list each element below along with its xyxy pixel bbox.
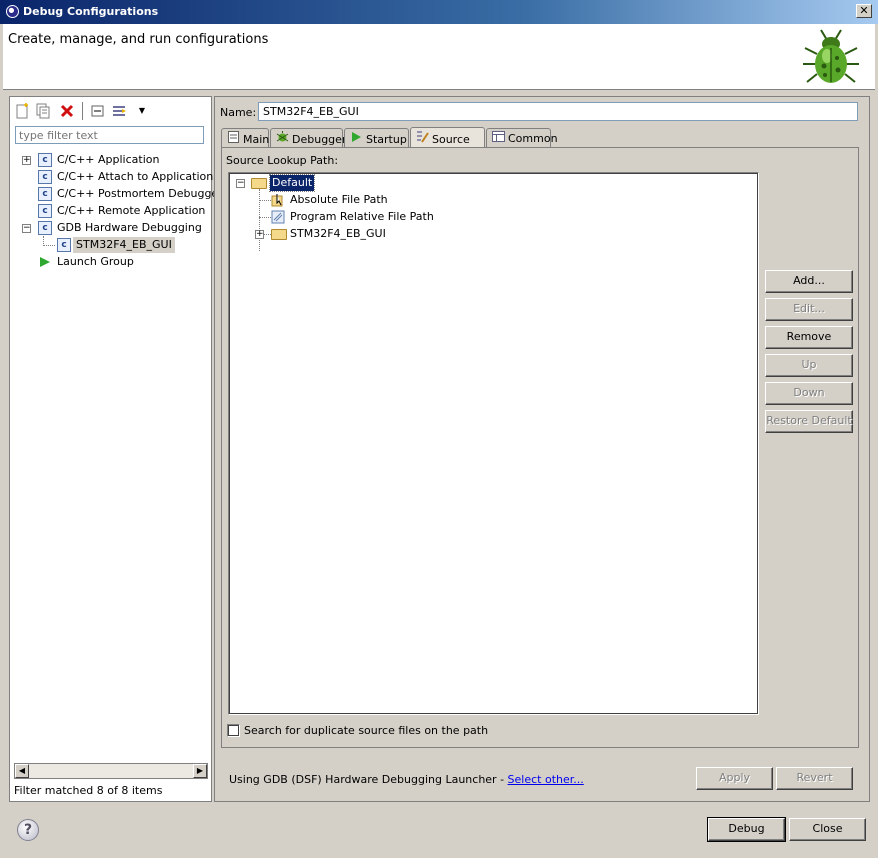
filter-icon[interactable] [112,103,128,119]
edit-button[interactable]: Edit... [765,298,853,321]
project-folder-icon [271,229,287,240]
new-configuration-icon[interactable] [14,103,30,119]
c-config-icon: c [38,204,52,218]
launch-group-icon [40,257,50,267]
horizontal-scrollbar[interactable]: ◀ ▶ [14,763,208,779]
source-item-label: STM32F4_EB_GUI [290,227,386,240]
up-button[interactable]: Up [765,354,853,377]
close-window-button[interactable]: ✕ [856,4,872,18]
tree-connector [259,189,260,251]
tab-label: Common [508,132,558,145]
delete-icon[interactable] [59,103,75,119]
restore-default-button[interactable]: Restore Default [765,410,853,433]
tab-label: Source [432,133,470,146]
scroll-left-arrow-icon[interactable]: ◀ [15,764,29,778]
folder-open-icon [251,178,267,189]
collapse-icon[interactable]: − [22,224,31,233]
duplicate-source-checkbox[interactable] [227,724,240,737]
c-config-icon: c [38,187,52,201]
tab-label: Startup [366,133,407,146]
eclipse-icon [6,5,19,18]
expand-icon[interactable]: + [22,156,31,165]
down-button[interactable]: Down [765,382,853,405]
collapse-all-icon[interactable] [90,103,106,119]
tab-debugger[interactable]: Debugger [270,128,347,147]
duplicate-icon[interactable] [35,103,51,119]
window-title: Debug Configurations [23,5,159,18]
tab-source[interactable]: Source [410,127,485,148]
toolbar-divider [82,102,83,120]
tree-item-label: C/C++ Remote Application [57,204,206,217]
main-tab-icon [226,131,240,146]
tab-common[interactable]: Common [486,128,558,147]
remove-button[interactable]: Remove [765,326,853,349]
source-item-label: Absolute File Path [290,193,388,206]
source-item-label: Default [268,174,316,192]
c-config-icon: c [38,170,52,184]
launcher-info: Using GDB (DSF) Hardware Debugging Launc… [229,773,584,786]
dropdown-arrow-icon[interactable]: ▼ [134,103,150,119]
revert-button[interactable]: Revert [776,767,853,790]
tree-item-label: C/C++ Attach to Application [57,170,214,183]
dialog-header: Create, manage, and run configurations [3,24,875,90]
name-input[interactable]: STM32F4_EB_GUI [258,102,858,121]
configuration-tree-panel: ▼ + c C/C++ Application c C/C++ Attach t… [9,96,223,802]
absolute-path-icon [271,194,283,207]
c-config-icon: c [38,153,52,167]
tree-connector [263,234,271,235]
c-config-icon: c [57,238,71,252]
tree-item-label: GDB Hardware Debugging [57,221,202,234]
common-icon [491,131,505,145]
tree-item-label: Launch Group [57,255,134,268]
dialog-header-title: Create, manage, and run configurations [8,32,269,47]
apply-button[interactable]: Apply [696,767,773,790]
tree-item-label: C/C++ Postmortem Debugger [57,187,223,200]
startup-icon [349,131,363,146]
source-tab-content: Source Lookup Path: − Default Absolute F… [221,147,859,748]
tree-connector [259,200,271,201]
tab-main[interactable]: Main [221,128,269,147]
help-icon[interactable]: ? [17,819,39,841]
tree-item-label: C/C++ Application [57,153,160,166]
source-item-label: Program Relative File Path [290,210,434,223]
expand-icon[interactable]: + [255,230,264,239]
add-button[interactable]: Add... [765,270,853,293]
source-lookup-tree[interactable]: − Default Absolute File Path Program Rel… [228,172,759,715]
collapse-icon[interactable]: − [236,179,245,188]
c-config-icon: c [38,221,52,235]
bug-icon [803,29,859,83]
debug-button[interactable]: Debug [707,817,786,842]
program-relative-path-icon [271,210,285,224]
select-other-link[interactable]: Select other... [508,773,584,786]
filter-status: Filter matched 8 of 8 items [14,784,163,797]
configuration-editor-panel: Name: STM32F4_EB_GUI Main Debugger Start… [214,96,870,802]
source-lookup-label: Source Lookup Path: [226,154,339,167]
tree-item-label: STM32F4_EB_GUI [73,237,175,253]
scroll-right-arrow-icon[interactable]: ▶ [193,764,207,778]
tab-label: Main [243,133,270,146]
tree-connector [259,217,271,218]
debugger-icon [275,131,289,146]
tree-connector [43,245,55,246]
source-icon [415,130,429,146]
duplicate-source-label: Search for duplicate source files on the… [244,724,489,737]
tab-startup[interactable]: Startup [344,128,409,147]
title-bar: Debug Configurations ✕ [0,0,878,24]
tab-label: Debugger [292,133,347,146]
filter-input[interactable] [15,126,204,144]
name-label: Name: [220,106,257,119]
close-button[interactable]: Close [789,818,866,841]
launcher-text: Using GDB (DSF) Hardware Debugging Launc… [229,773,508,786]
